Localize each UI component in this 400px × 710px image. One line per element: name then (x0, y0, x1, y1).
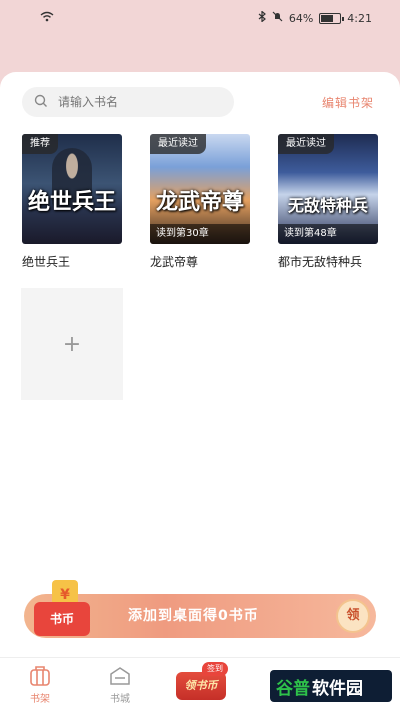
tab-label: 书城 (110, 694, 130, 705)
tab-bookstore[interactable]: 书城 (100, 666, 140, 705)
search-icon (34, 93, 48, 112)
tab-bookshelf[interactable]: 书架 (20, 666, 60, 705)
book-title[interactable]: 绝世兵王 (22, 253, 122, 270)
book-item[interactable]: 龙武帝尊 最近读过 读到第30章 龙武帝尊 (150, 134, 250, 270)
cover-title-art: 龙武帝尊 (155, 189, 244, 215)
reading-progress: 读到第48章 (278, 224, 378, 244)
claim-button[interactable]: 领 (336, 599, 370, 633)
book-cover[interactable]: 无敌特种兵 最近读过 读到第48章 (278, 134, 378, 244)
tab-label: 领书币 (176, 672, 226, 700)
battery-icon (319, 12, 345, 24)
book-item[interactable]: 绝世兵王 推荐 绝世兵王 (22, 134, 122, 270)
bookstore-icon (109, 666, 131, 686)
battery-percent: 64% (288, 11, 314, 25)
status-left (40, 11, 54, 25)
watermark-logo: 谷普 软件园 (270, 670, 392, 702)
book-tag: 推荐 (22, 134, 58, 154)
battery-level (321, 14, 333, 22)
reading-progress: 读到第30章 (150, 224, 250, 244)
book-tag: 最近读过 (278, 134, 334, 154)
checkin-badge: 签到 (202, 662, 228, 676)
bookshelf-sheet: 编辑书架 绝世兵王 推荐 绝世兵王 龙武帝尊 最近读过 读到第30章 龙武帝尊 … (0, 72, 400, 710)
book-item[interactable]: 无敌特种兵 最近读过 读到第48章 都市无敌特种兵 (278, 134, 378, 270)
cover-title-art: 无敌特种兵 (287, 196, 368, 215)
search-input[interactable] (58, 95, 218, 109)
cover-title-art: 绝世兵王 (27, 189, 116, 215)
bluetooth-icon (258, 10, 266, 25)
search-bar[interactable] (22, 87, 234, 117)
mute-icon (272, 11, 283, 25)
tab-label: 书架 (30, 694, 50, 705)
book-cover[interactable]: 绝世兵王 推荐 (22, 134, 122, 244)
plus-icon: + (62, 331, 82, 357)
status-right: 64% 4:21 (258, 10, 372, 25)
watermark-part-b: 软件园 (312, 678, 363, 699)
tab-get-coins[interactable]: 领书币 签到 (172, 662, 228, 702)
edit-shelf-button[interactable]: 编辑书架 (322, 94, 374, 111)
add-book-button[interactable]: + (21, 288, 123, 400)
promo-badge-label: 书币 (34, 602, 90, 636)
book-cover[interactable]: 龙武帝尊 最近读过 读到第30章 (150, 134, 250, 244)
status-bar: 64% 4:21 (0, 0, 400, 36)
wifi-icon (40, 11, 54, 25)
book-title[interactable]: 龙武帝尊 (150, 253, 250, 270)
add-to-desktop-banner[interactable]: ¥ 书币 添加到桌面得0书币 领 (24, 580, 376, 638)
book-title[interactable]: 都市无敌特种兵 (278, 253, 378, 270)
book-tag: 最近读过 (150, 134, 206, 154)
clock: 4:21 (347, 11, 372, 25)
coin-gift-icon: ¥ 书币 (28, 580, 90, 638)
watermark-part-a: 谷普 (276, 678, 310, 699)
bookshelf-icon (29, 666, 51, 686)
promo-text: 添加到桌面得0书币 (128, 608, 259, 624)
